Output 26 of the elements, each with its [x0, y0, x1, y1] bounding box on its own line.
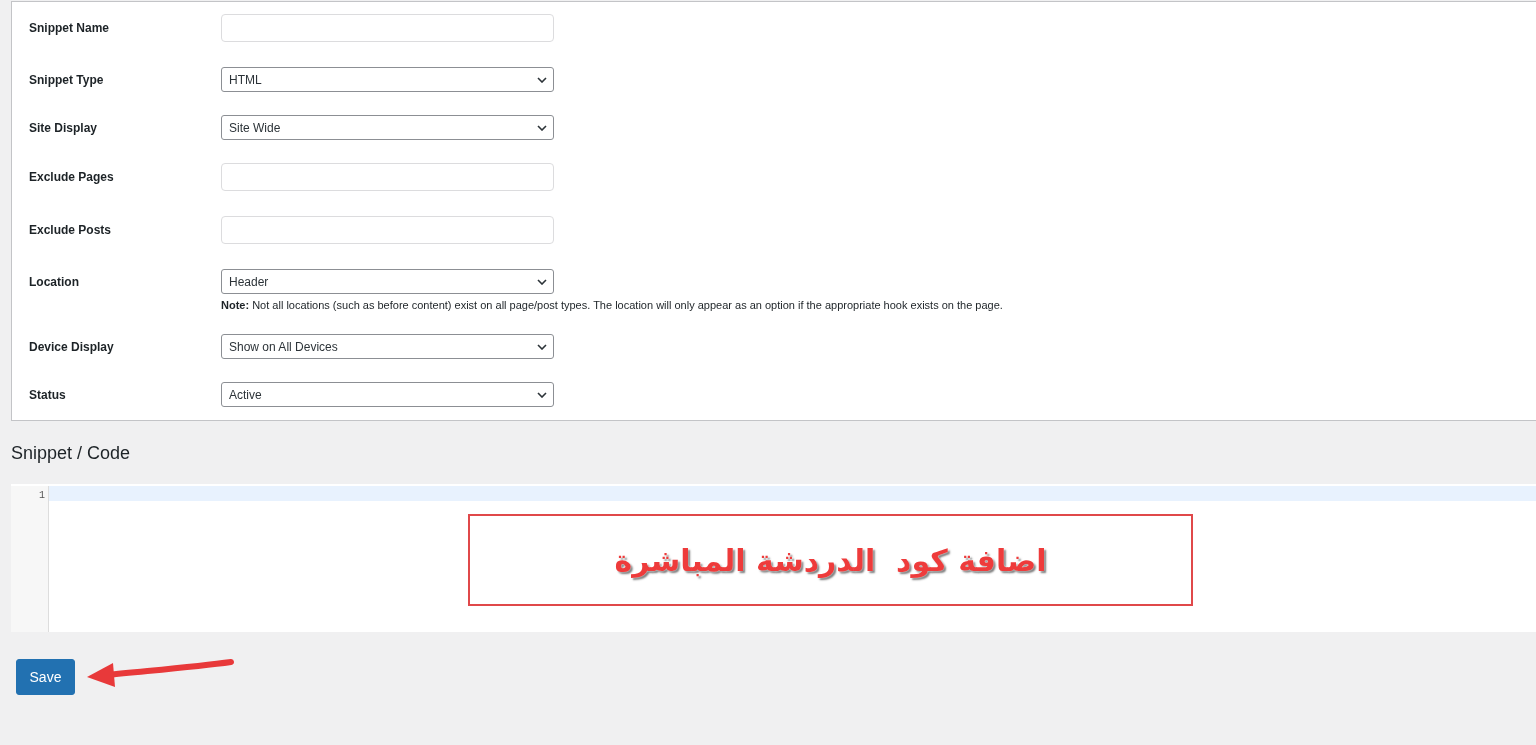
field-label: Exclude Pages: [28, 170, 115, 184]
location-note: Note: Not all locations (such as before content) exist on all page/post types. The location will only appear as an option if the appropriate hook exists on the page.: [221, 299, 1004, 311]
select-dropdown[interactable]: Header: [221, 269, 554, 294]
save-button[interactable]: Save: [16, 659, 75, 695]
input-field[interactable]: [221, 163, 554, 191]
field-label: Device Display: [28, 339, 115, 354]
select-dropdown[interactable]: Active: [221, 382, 554, 407]
annotation-text: اضافة كود الدردشة المباشرة: [614, 542, 1047, 578]
field-label: Snippet Name: [28, 21, 110, 35]
field-label: Location: [28, 274, 80, 289]
select-dropdown[interactable]: Show on All Devices: [221, 334, 554, 359]
input-field[interactable]: [221, 14, 554, 42]
chevron-down-icon: [537, 124, 547, 131]
field-label: Site Display: [28, 120, 99, 135]
chevron-down-icon: [537, 278, 547, 285]
field-label: Status: [28, 387, 67, 402]
input-field[interactable]: [221, 216, 554, 244]
field-label: Snippet Type: [28, 72, 105, 87]
chevron-down-icon: [537, 343, 547, 350]
chevron-down-icon: [537, 76, 547, 83]
line-number: 1: [38, 489, 46, 503]
section-heading: Snippet / Code: [11, 443, 132, 464]
chevron-down-icon: [537, 391, 547, 398]
select-dropdown[interactable]: Site Wide: [221, 115, 554, 140]
field-label: Exclude Posts: [28, 223, 113, 237]
select-dropdown[interactable]: HTML: [221, 67, 554, 92]
